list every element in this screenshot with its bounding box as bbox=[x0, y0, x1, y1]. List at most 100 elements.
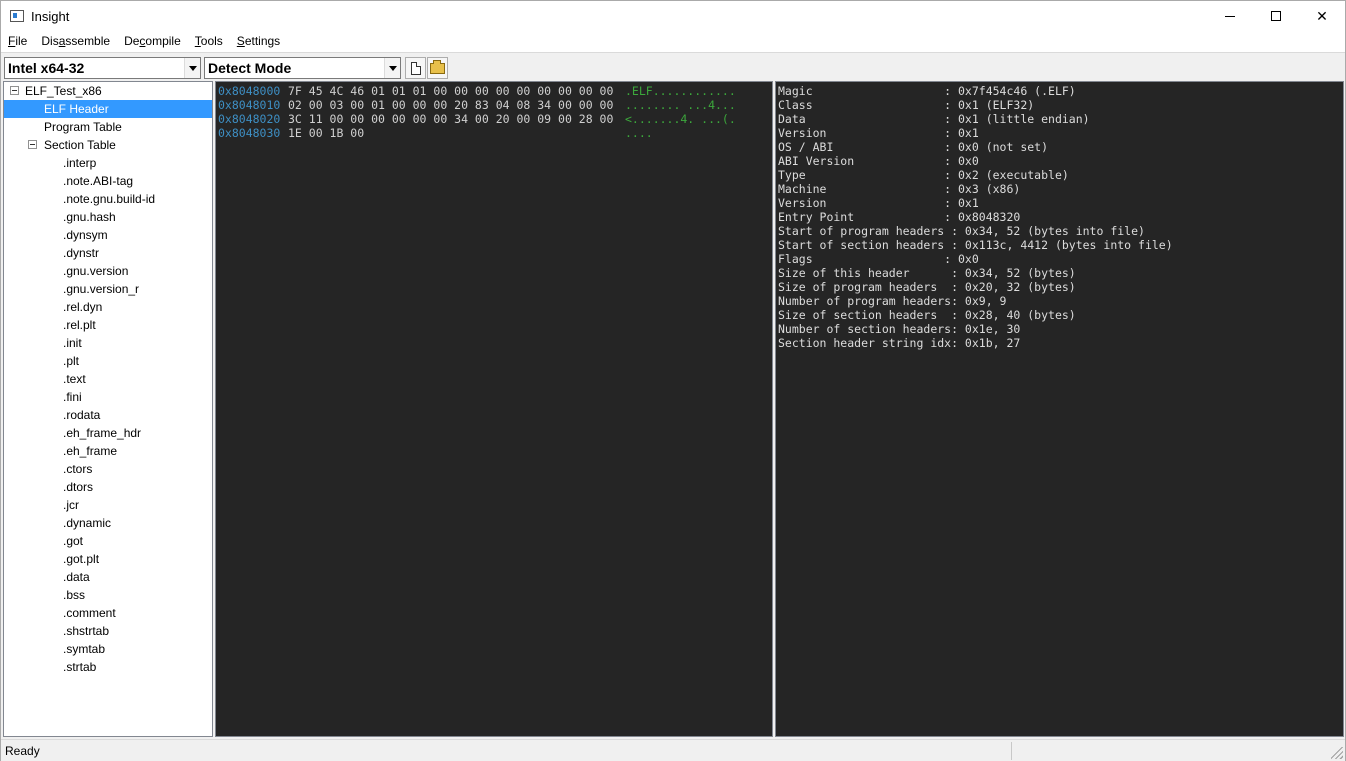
tree-item-section[interactable]: .plt bbox=[63, 352, 79, 370]
menu-settings[interactable]: Settings bbox=[230, 32, 287, 52]
header-field-row: Entry Point : 0x8048320 bbox=[778, 210, 1021, 224]
mode-select[interactable]: Detect Mode bbox=[204, 57, 401, 79]
tree-item-section[interactable]: .interp bbox=[63, 154, 96, 172]
hex-ascii: ........ ...4... bbox=[625, 98, 736, 112]
menu-decompile[interactable]: Decompile bbox=[117, 32, 188, 52]
tree-item-section[interactable]: .dynstr bbox=[63, 244, 99, 262]
tree-item-section[interactable]: .bss bbox=[63, 586, 85, 604]
status-divider bbox=[1011, 742, 1012, 760]
toolbar: Intel x64-32 Detect Mode bbox=[1, 52, 1345, 80]
file-structure-tree[interactable]: ELF_Test_x86 ELF Header Program Table Se… bbox=[3, 81, 213, 737]
app-icon bbox=[10, 10, 24, 22]
header-field-row: Data : 0x1 (little endian) bbox=[778, 112, 1090, 126]
tree-item-section[interactable]: .rel.dyn bbox=[63, 298, 102, 316]
header-field-row: Magic : 0x7f454c46 (.ELF) bbox=[778, 84, 1076, 98]
tree-item-section[interactable]: .dynsym bbox=[63, 226, 108, 244]
main-window: Insight ✕ File Disassemble Decompile Tools S… bbox=[0, 0, 1346, 761]
new-file-button[interactable] bbox=[405, 57, 426, 79]
hex-bytes: 02 00 03 00 01 00 00 00 20 83 04 08 34 0… bbox=[288, 98, 614, 112]
tree-item-section[interactable]: .eh_frame bbox=[63, 442, 117, 460]
tree-item-section[interactable]: .rodata bbox=[63, 406, 100, 424]
header-field-row: ABI Version : 0x0 bbox=[778, 154, 979, 168]
tree-item-label: Section Table bbox=[44, 138, 116, 152]
header-field-row: Version : 0x1 bbox=[778, 196, 979, 210]
minimize-icon bbox=[1225, 15, 1235, 17]
tree-item-section[interactable]: .strtab bbox=[63, 658, 96, 676]
status-text: Ready bbox=[5, 744, 40, 758]
header-field-row: Number of program headers: 0x9, 9 bbox=[778, 294, 1007, 308]
maximize-button[interactable] bbox=[1253, 1, 1299, 31]
header-info-view[interactable]: Magic : 0x7f454c46 (.ELF) Class : 0x1 (EL… bbox=[775, 81, 1344, 737]
tree-item-section[interactable]: .rel.plt bbox=[63, 316, 96, 334]
tree-item-label: Program Table bbox=[44, 120, 122, 134]
tree-item-section[interactable]: .eh_frame_hdr bbox=[63, 424, 141, 442]
header-field-row: Class : 0x1 (ELF32) bbox=[778, 98, 1035, 112]
tree-item-section[interactable]: .got.plt bbox=[63, 550, 99, 568]
hex-address: 0x8048000 bbox=[218, 84, 281, 98]
hex-bytes: 1E 00 1B 00 bbox=[288, 126, 365, 140]
tree-item-section[interactable]: .got bbox=[63, 532, 83, 550]
tree-item-program-table[interactable]: Program Table bbox=[44, 118, 122, 136]
open-folder-icon bbox=[430, 59, 445, 74]
header-field-row: Start of program headers : 0x34, 52 (byt… bbox=[778, 224, 1145, 238]
tree-item-section[interactable]: .gnu.version_r bbox=[63, 280, 139, 298]
collapse-icon[interactable] bbox=[28, 140, 37, 149]
hex-ascii: <.......4. ...(. bbox=[625, 112, 736, 126]
menu-file[interactable]: File bbox=[1, 32, 34, 52]
header-field-row: Type : 0x2 (executable) bbox=[778, 168, 1069, 182]
header-field-row: Section header string idx: 0x1b, 27 bbox=[778, 336, 1021, 350]
tree-item-section[interactable]: .comment bbox=[63, 604, 116, 622]
header-field-row: Version : 0x1 bbox=[778, 126, 979, 140]
tree-item-section[interactable]: .data bbox=[63, 568, 90, 586]
resize-grip-icon[interactable] bbox=[1331, 747, 1343, 759]
menu-bar: File Disassemble Decompile Tools Settings bbox=[1, 32, 1345, 52]
new-file-icon bbox=[410, 61, 421, 75]
architecture-value: Intel x64-32 bbox=[8, 60, 85, 76]
architecture-select[interactable]: Intel x64-32 bbox=[4, 57, 201, 79]
chevron-down-icon[interactable] bbox=[184, 58, 200, 78]
tree-item-section[interactable]: .shstrtab bbox=[63, 622, 109, 640]
tree-item-section[interactable]: .dtors bbox=[63, 478, 93, 496]
tree-item-section[interactable]: .symtab bbox=[63, 640, 105, 658]
tree-item-section[interactable]: .dynamic bbox=[63, 514, 111, 532]
header-field-row: Size of section headers : 0x28, 40 (byte… bbox=[778, 308, 1076, 322]
header-field-row: Size of program headers : 0x20, 32 (byte… bbox=[778, 280, 1076, 294]
hex-address: 0x8048030 bbox=[218, 126, 281, 140]
mode-value: Detect Mode bbox=[208, 60, 292, 76]
tree-item-section[interactable]: .jcr bbox=[63, 496, 79, 514]
header-field-row: Machine : 0x3 (x86) bbox=[778, 182, 1021, 196]
hex-view[interactable]: 0x8048000 7F 45 4C 46 01 01 01 00 00 00 0… bbox=[215, 81, 773, 737]
tree-item-label: ELF Header bbox=[44, 102, 109, 116]
header-field-row: Number of section headers: 0x1e, 30 bbox=[778, 322, 1021, 336]
chevron-down-icon[interactable] bbox=[384, 58, 400, 78]
hex-bytes: 7F 45 4C 46 01 01 01 00 00 00 00 00 00 0… bbox=[288, 84, 614, 98]
hex-bytes: 3C 11 00 00 00 00 00 00 34 00 20 00 09 0… bbox=[288, 112, 614, 126]
maximize-icon bbox=[1271, 11, 1281, 21]
tree-item-section[interactable]: .gnu.hash bbox=[63, 208, 116, 226]
title-bar[interactable]: Insight ✕ bbox=[1, 1, 1345, 32]
status-bar: Ready bbox=[1, 739, 1345, 761]
header-field-row: Size of this header : 0x34, 52 (bytes) bbox=[778, 266, 1076, 280]
minimize-button[interactable] bbox=[1207, 1, 1253, 31]
tree-item-elf-header[interactable]: ELF Header bbox=[4, 100, 212, 118]
menu-disassemble[interactable]: Disassemble bbox=[34, 32, 117, 52]
tree-item-section[interactable]: .fini bbox=[63, 388, 82, 406]
close-icon: ✕ bbox=[1316, 7, 1328, 24]
open-file-button[interactable] bbox=[427, 57, 448, 79]
window-title: Insight bbox=[31, 9, 70, 24]
hex-address: 0x8048010 bbox=[218, 98, 281, 112]
tree-item-section[interactable]: .ctors bbox=[63, 460, 92, 478]
header-field-row: Flags : 0x0 bbox=[778, 252, 979, 266]
tree-item-section[interactable]: .gnu.version bbox=[63, 262, 128, 280]
header-field-row: Start of section headers : 0x113c, 4412 … bbox=[778, 238, 1173, 252]
menu-tools[interactable]: Tools bbox=[188, 32, 230, 52]
close-button[interactable]: ✕ bbox=[1299, 1, 1345, 31]
tree-item-section[interactable]: .init bbox=[63, 334, 82, 352]
tree-item-section[interactable]: .note.ABI-tag bbox=[63, 172, 133, 190]
tree-item-label: ELF_Test_x86 bbox=[25, 84, 102, 98]
tree-item-section[interactable]: .text bbox=[63, 370, 86, 388]
collapse-icon[interactable] bbox=[10, 86, 19, 95]
hex-ascii: .... bbox=[625, 126, 653, 140]
header-field-row: OS / ABI : 0x0 (not set) bbox=[778, 140, 1049, 154]
tree-item-section[interactable]: .note.gnu.build-id bbox=[63, 190, 155, 208]
